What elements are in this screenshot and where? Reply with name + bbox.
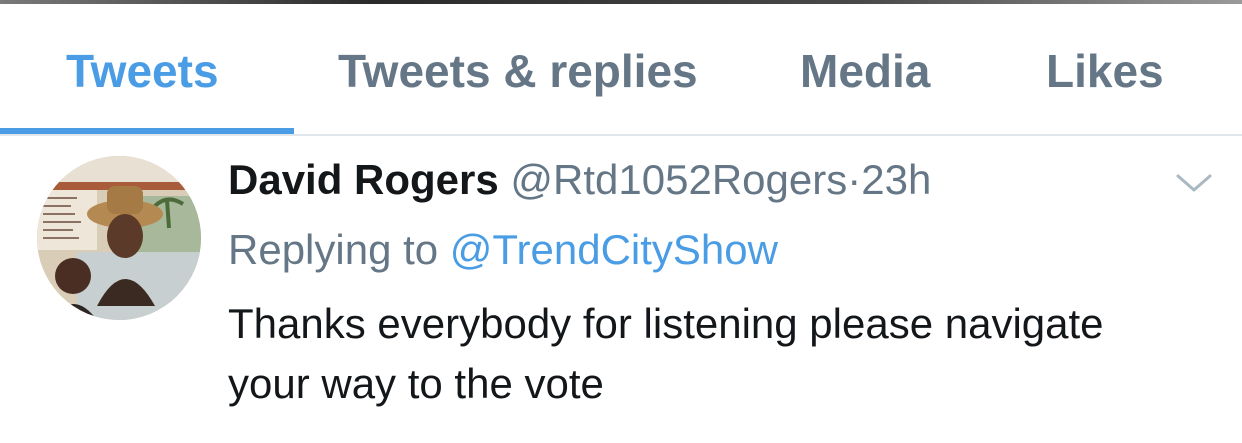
avatar-image [37, 156, 201, 320]
tab-tweets-and-replies[interactable]: Tweets & replies [338, 44, 698, 98]
profile-tabs: Tweets Tweets & replies Media Likes [0, 4, 1242, 136]
tab-likes[interactable]: Likes [1046, 44, 1164, 98]
replying-to-label: Replying to [228, 226, 450, 273]
replying-to: Replying to @TrendCityShow [228, 226, 778, 274]
separator-dot: · [847, 156, 862, 203]
author-handle[interactable]: @Rtd1052Rogers [510, 156, 847, 203]
chevron-down-icon[interactable] [1174, 168, 1214, 198]
active-tab-indicator [0, 128, 294, 134]
author-name[interactable]: David Rogers [228, 156, 499, 203]
timestamp[interactable]: 23h [861, 156, 931, 203]
tab-media[interactable]: Media [800, 44, 930, 98]
tweet-header: David Rogers @Rtd1052Rogers·23h [228, 156, 931, 204]
avatar[interactable] [37, 156, 201, 320]
tweet[interactable]: David Rogers @Rtd1052Rogers·23h Replying… [0, 136, 1242, 443]
tweet-text: Thanks everybody for listening please na… [228, 300, 1104, 407]
replying-to-mention[interactable]: @TrendCityShow [450, 226, 778, 273]
tab-tweets[interactable]: Tweets [66, 44, 219, 98]
